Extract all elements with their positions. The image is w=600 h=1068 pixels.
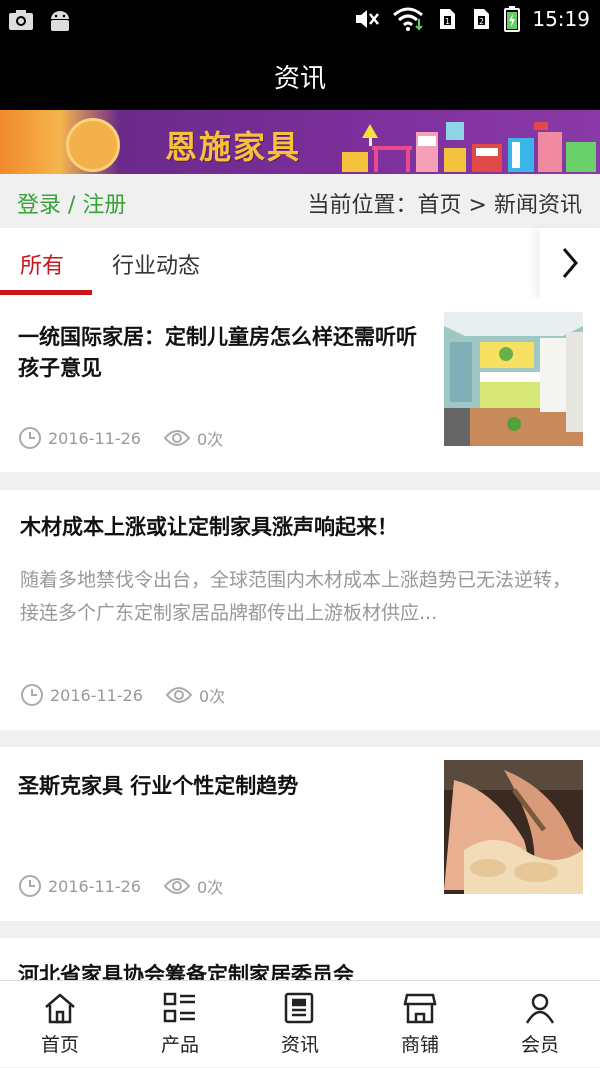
- wood-carving-image: [444, 760, 583, 894]
- eye-icon: [163, 878, 191, 894]
- status-bar: 1 2 15:19: [0, 0, 600, 42]
- camera-icon: [8, 8, 34, 34]
- sim1-icon: 1: [436, 7, 458, 31]
- clock-time: 15:19: [532, 7, 590, 31]
- breadcrumb-label: 当前位置：: [307, 193, 418, 218]
- article-views: 0次: [196, 430, 224, 449]
- article-meta: 2016-11-26 0次: [18, 874, 245, 898]
- android-icon: [48, 8, 72, 34]
- article-date: 2016-11-26: [48, 876, 141, 896]
- article-title: 木材成本上涨或让定制家具涨声响起来！: [20, 515, 398, 539]
- nav-news[interactable]: 资讯: [240, 981, 360, 1068]
- list-item[interactable]: 河北省家具协会筹备定制家居委员会: [0, 938, 600, 980]
- article-meta: 2016-11-26 0次: [20, 683, 247, 707]
- article-date: 2016-11-26: [48, 428, 141, 448]
- nav-label: 产品: [160, 1034, 199, 1056]
- billiard-ball-graphic: [66, 118, 120, 172]
- article-thumbnail[interactable]: [444, 312, 583, 446]
- login-register-link[interactable]: 登录 / 注册: [17, 187, 126, 219]
- list-item[interactable]: 木材成本上涨或让定制家具涨声响起来！ 随着多地禁伐令出台，全球范围内木材成本上涨…: [0, 490, 600, 730]
- furniture-illustration: [342, 122, 596, 172]
- article-title: 河北省家具协会筹备定制家居委员会: [18, 963, 354, 980]
- eye-icon: [165, 687, 193, 703]
- article-title: 圣斯克家具 行业个性定制趋势: [18, 774, 299, 798]
- article-thumbnail[interactable]: [444, 760, 583, 894]
- home-icon: [45, 993, 75, 1024]
- nav-shop[interactable]: 商铺: [360, 981, 480, 1068]
- clock-icon: [19, 427, 41, 449]
- svg-text:1: 1: [445, 17, 450, 26]
- header-bar: 资讯: [0, 42, 600, 110]
- clock-icon: [19, 875, 41, 897]
- bottom-nav: 首页 产品 资讯 商铺 会员: [0, 980, 600, 1067]
- svg-text:2: 2: [479, 17, 484, 26]
- article-meta: 2016-11-26 0次: [18, 426, 245, 450]
- breadcrumb-current: 新闻资讯: [493, 193, 582, 218]
- chevron-right-icon: [562, 248, 578, 278]
- clock-icon: [21, 684, 43, 706]
- tab-all[interactable]: 所有: [20, 248, 64, 280]
- active-tab-indicator: [0, 290, 92, 295]
- sim2-icon: 2: [470, 7, 492, 31]
- eye-icon: [163, 430, 191, 446]
- article-views: 0次: [198, 687, 226, 706]
- user-icon: [525, 993, 555, 1024]
- tab-industry-news[interactable]: 行业动态: [112, 248, 200, 280]
- wifi-icon: [392, 7, 424, 31]
- page-title: 资讯: [273, 63, 326, 94]
- article-summary: 随着多地禁伐令出台，全球范围内木材成本上涨趋势已无法逆转，接连多个广东定制家居品…: [20, 569, 572, 624]
- kids-room-image: [444, 312, 583, 446]
- list-item[interactable]: 一统国际家居：定制儿童房怎么样还需听听孩子意见 2016-11-26 0次: [0, 298, 600, 472]
- nav-label: 商铺: [400, 1034, 439, 1056]
- nav-label: 资讯: [280, 1034, 319, 1056]
- article-date: 2016-11-26: [50, 685, 143, 705]
- nav-member[interactable]: 会员: [480, 981, 600, 1068]
- shop-icon: [403, 993, 437, 1024]
- tabs-more-button[interactable]: [540, 228, 600, 298]
- category-tabs: 所有 行业动态: [0, 228, 600, 298]
- nav-home[interactable]: 首页: [0, 981, 120, 1068]
- breadcrumb: 当前位置：首页 > 新闻资讯: [308, 187, 582, 219]
- nav-products[interactable]: 产品: [120, 981, 240, 1068]
- news-icon: [284, 992, 314, 1024]
- article-title: 一统国际家居：定制儿童房怎么样还需听听孩子意见: [18, 325, 417, 380]
- mute-icon: [354, 7, 380, 31]
- grid-list-icon: [163, 992, 195, 1023]
- nav-label: 首页: [40, 1034, 79, 1056]
- battery-icon: [504, 6, 521, 32]
- location-bar: 登录 / 注册 当前位置：首页 > 新闻资讯: [0, 174, 600, 228]
- list-item[interactable]: 圣斯克家具 行业个性定制趋势 2016-11-26 0次: [0, 747, 600, 921]
- article-views: 0次: [196, 878, 224, 897]
- banner[interactable]: 恩施家具: [0, 110, 600, 174]
- nav-label: 会员: [520, 1034, 559, 1056]
- banner-brand: 恩施家具: [165, 128, 302, 166]
- breadcrumb-separator: >: [468, 193, 487, 218]
- breadcrumb-home[interactable]: 首页: [418, 193, 462, 218]
